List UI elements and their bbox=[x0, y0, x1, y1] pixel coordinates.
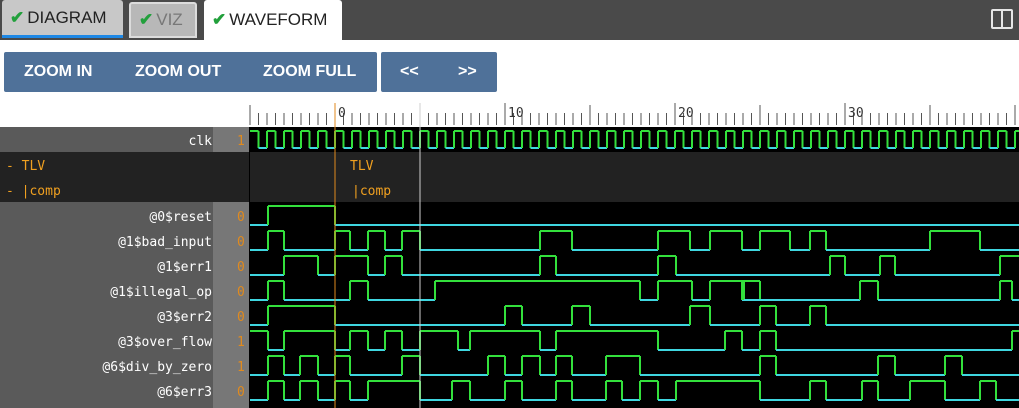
zoom-button-group: ZOOM IN ZOOM OUT ZOOM FULL bbox=[4, 52, 377, 92]
scope-wave-label-comp: |comp bbox=[352, 184, 391, 199]
signal-value: 0 bbox=[237, 385, 245, 400]
signal-name: @1$illegal_op bbox=[110, 285, 212, 300]
tab-bar: ✔ DIAGRAM ✔ VIZ ✔ WAVEFORM bbox=[0, 0, 1019, 40]
tab-waveform[interactable]: ✔ WAVEFORM bbox=[204, 0, 342, 40]
ruler-label: 0 bbox=[338, 106, 346, 121]
signal-value: 0 bbox=[237, 210, 245, 225]
ruler-label: 10 bbox=[508, 106, 524, 121]
signal-value: 1 bbox=[237, 134, 245, 149]
signals-bg bbox=[0, 202, 213, 408]
row-bg bbox=[0, 127, 213, 152]
tab-diagram[interactable]: ✔ DIAGRAM bbox=[2, 0, 123, 38]
ruler-label: 30 bbox=[848, 106, 864, 121]
scope-label-tlv: - TLV bbox=[6, 159, 45, 174]
signal-name: @1$err1 bbox=[157, 260, 212, 275]
check-icon: ✔ bbox=[212, 10, 227, 29]
zoom-in-button[interactable]: ZOOM IN bbox=[24, 63, 92, 81]
scroll-right-button[interactable]: >> bbox=[458, 63, 477, 81]
signal-name: @0$reset bbox=[149, 210, 212, 225]
tab-label: DIAGRAM bbox=[27, 7, 107, 27]
ruler-label: 20 bbox=[678, 106, 694, 121]
check-icon: ✔ bbox=[10, 7, 25, 27]
signal-name: clk bbox=[189, 134, 213, 149]
tab-label: WAVEFORM bbox=[229, 10, 328, 29]
signal-value: 0 bbox=[237, 285, 245, 300]
check-icon: ✔ bbox=[139, 10, 154, 29]
signals-value-bg bbox=[213, 202, 249, 408]
nav-button-group: << >> bbox=[381, 52, 497, 92]
signal-name: @3$over_flow bbox=[118, 335, 212, 350]
zoom-out-button[interactable]: ZOOM OUT bbox=[135, 63, 221, 81]
scope-wave-label-tlv: TLV bbox=[350, 159, 374, 174]
signal-name: @6$err3 bbox=[157, 385, 212, 400]
tab-label: VIZ bbox=[156, 10, 183, 29]
signal-value: 1 bbox=[237, 335, 245, 350]
scope-label-comp: - |comp bbox=[6, 184, 61, 199]
signal-value: 1 bbox=[237, 360, 245, 375]
waveform-canvas: 0 10 20 30- TLV- |compTLV|compclk 1@0$reset 0… bbox=[0, 103, 1019, 408]
waveform-toolbar: ZOOM IN ZOOM OUT ZOOM FULL << >> bbox=[0, 40, 1019, 103]
signal-value: 0 bbox=[237, 260, 245, 275]
waveform-viewer[interactable]: 0 10 20 30- TLV - |comp TLV |comp clk 1 @0$reset 0… bbox=[0, 103, 1019, 408]
tab-viz[interactable]: ✔ VIZ bbox=[129, 2, 197, 38]
signal-name: @3$err2 bbox=[157, 310, 212, 325]
divider bbox=[249, 127, 250, 408]
signal-name: @6$div_by_zero bbox=[102, 360, 212, 375]
signal-value: 0 bbox=[237, 310, 245, 325]
split-view-icon[interactable] bbox=[991, 9, 1013, 29]
scroll-left-button[interactable]: << bbox=[400, 63, 419, 81]
zoom-full-button[interactable]: ZOOM FULL bbox=[263, 63, 356, 81]
signal-value: 0 bbox=[237, 235, 245, 250]
signal-name: @1$bad_input bbox=[118, 235, 212, 250]
